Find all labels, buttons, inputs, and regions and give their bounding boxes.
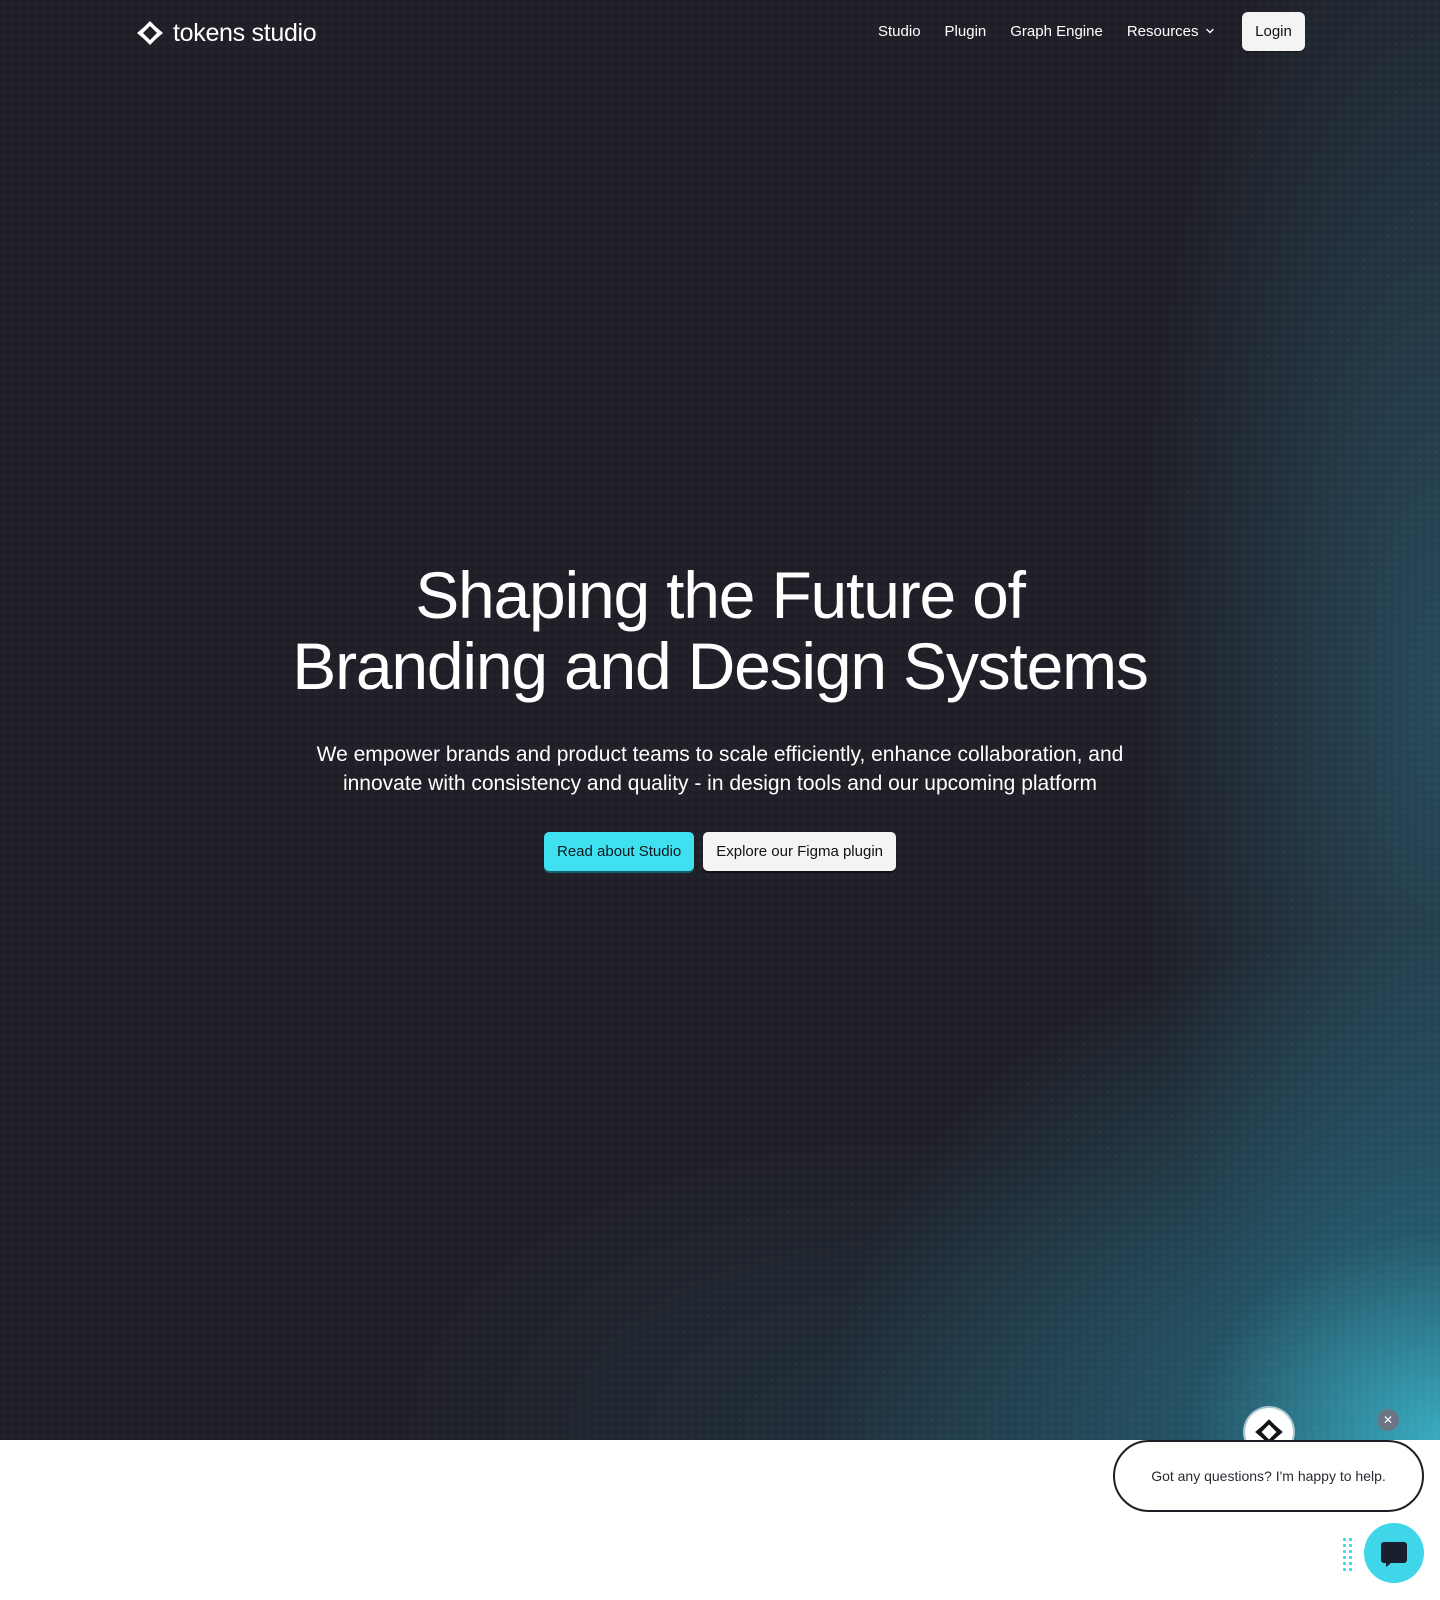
subhead-line-1: We empower brands and product teams to s… xyxy=(316,743,1124,766)
hero-subheading: We empower brands and product teams to s… xyxy=(220,740,1220,798)
hero-background-pattern xyxy=(0,0,1440,1440)
nav-link-graph-engine[interactable]: Graph Engine xyxy=(1010,20,1103,42)
tokens-studio-logo-icon xyxy=(137,21,163,45)
nav-dropdown-resources[interactable]: Resources xyxy=(1127,20,1215,42)
page-title: Shaping the Future of Branding and Desig… xyxy=(0,560,1440,702)
chevron-down-icon xyxy=(1205,28,1214,34)
top-navigation: tokens studio Studio Plugin Graph Engine… xyxy=(0,0,1440,64)
explore-figma-plugin-button[interactable]: Explore our Figma plugin xyxy=(703,832,897,871)
brand-home-link[interactable]: tokens studio xyxy=(135,18,317,48)
login-button[interactable]: Login xyxy=(1242,12,1305,51)
drag-handle-icon[interactable] xyxy=(1342,1537,1354,1571)
chat-greeting-text: Got any questions? I'm happy to help. xyxy=(1151,1468,1386,1484)
read-about-studio-button[interactable]: Read about Studio xyxy=(543,832,695,871)
hero-section: tokens studio Studio Plugin Graph Engine… xyxy=(0,0,1440,1440)
nav-link-plugin[interactable]: Plugin xyxy=(945,20,987,42)
hero-cta-group: Read about Studio Explore our Figma plug… xyxy=(0,832,1440,871)
chat-greeting-bubble[interactable]: Got any questions? I'm happy to help. xyxy=(1113,1440,1424,1512)
brand-name: tokens studio xyxy=(173,18,317,47)
chat-close-button[interactable]: ✕ xyxy=(1377,1409,1399,1431)
nav-links: Studio Plugin Graph Engine Resources xyxy=(878,20,1239,42)
chat-launcher-button[interactable] xyxy=(1364,1523,1424,1583)
headline-line-2: Branding and Design Systems xyxy=(292,629,1149,703)
close-icon: ✕ xyxy=(1382,1413,1394,1427)
headline-line-1: Shaping the Future of xyxy=(415,558,1026,632)
nav-link-resources-label: Resources xyxy=(1126,22,1199,40)
subhead-line-2: innovate with consistency and quality - … xyxy=(342,772,1098,795)
nav-link-studio[interactable]: Studio xyxy=(878,20,921,42)
chat-bubble-icon xyxy=(1381,1542,1407,1567)
